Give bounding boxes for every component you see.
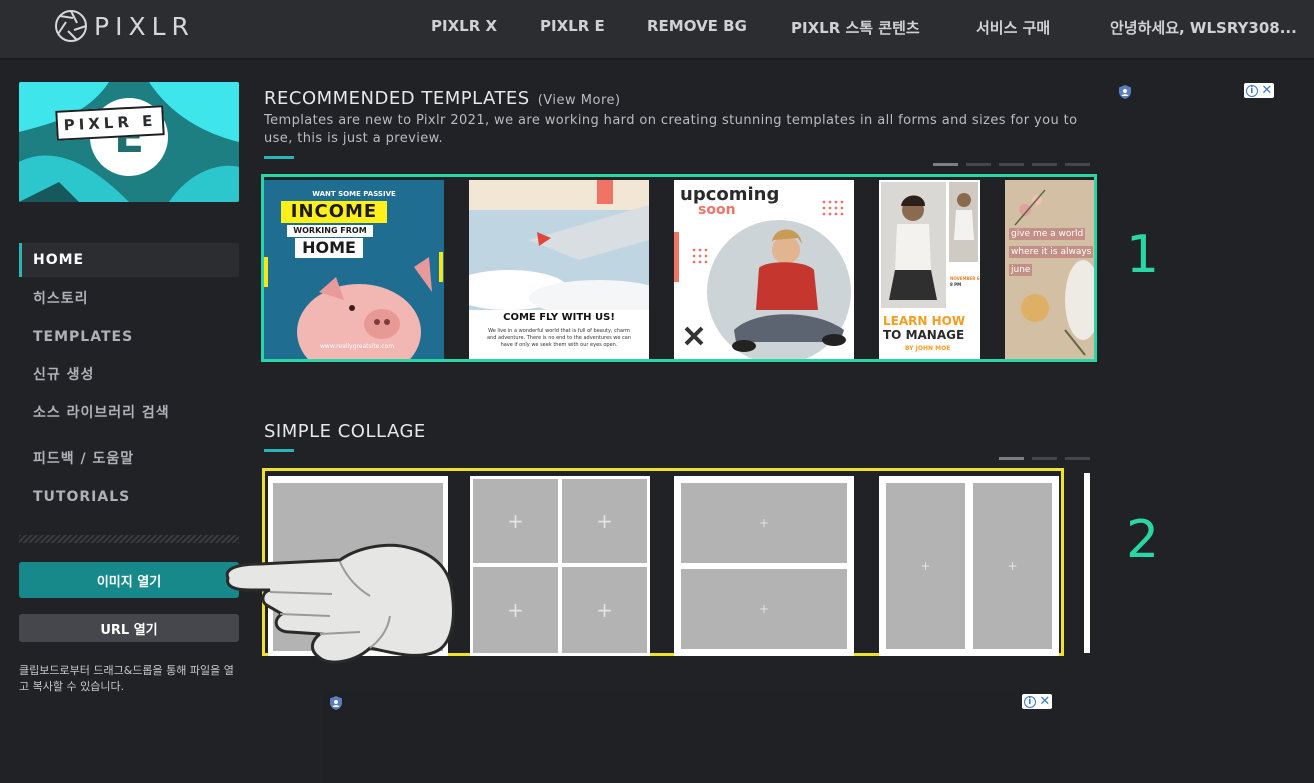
nav-stock-content[interactable]: PIXLR 스톡 콘텐츠	[791, 17, 920, 38]
man-photos-image	[881, 182, 978, 308]
open-image-button[interactable]: 이미지 열기	[19, 562, 239, 598]
aperture-icon	[55, 10, 87, 42]
pager-dot[interactable]	[933, 163, 958, 166]
top-bar: PIXLR PIXLR X PIXLR E REMOVE BG PIXLR 스톡…	[0, 0, 1314, 60]
ad-info-icon[interactable]: i	[1245, 84, 1258, 97]
pager-dot[interactable]	[1065, 163, 1090, 166]
collage-title: SIMPLE COLLAGE	[264, 421, 426, 442]
templates-description: Templates are new to Pixlr 2021, we are …	[264, 113, 1078, 146]
pager-dot[interactable]	[999, 163, 1024, 166]
open-url-button[interactable]: URL 열기	[19, 614, 239, 642]
template-manage-text: TO MANAGE	[883, 328, 965, 342]
menu-tutorials[interactable]: TUTORIALS	[19, 480, 239, 514]
collage-cell[interactable]: +	[973, 483, 1052, 649]
drop-hint: 클립보드로부터 드래그&드롭을 통해 파일을 열고 복사할 수 있습니다.	[19, 664, 234, 693]
menu-home[interactable]: HOME	[19, 243, 239, 277]
template-learn-text: LEARN HOW	[883, 314, 966, 328]
template-income-text: INCOME	[281, 201, 387, 223]
template-working-text: WORKING FROM	[287, 225, 373, 237]
menu-new[interactable]: 신규 생성	[19, 357, 239, 391]
template-income[interactable]: WANT SOME PASSIVE INCOME WORKING FROM HO…	[264, 180, 444, 359]
template-june-line1: give me a world	[1009, 228, 1086, 240]
template-learn[interactable]: NOVEMBER 6 8 PM LEARN HOW TO MANAGE BY J…	[879, 180, 980, 359]
collage-pager[interactable]	[999, 457, 1090, 460]
template-time: 8 PM	[950, 282, 962, 287]
annotation-2: 2	[1126, 510, 1160, 570]
collage-cell[interactable]: +	[473, 567, 558, 653]
app-label: PIXLR E	[55, 105, 165, 141]
pager-dot[interactable]	[966, 163, 991, 166]
menu-library-search[interactable]: 소스 라이브러리 검색	[19, 395, 239, 429]
nav-pixlr-x[interactable]: PIXLR X	[431, 17, 497, 35]
template-want-text: WANT SOME PASSIVE	[312, 190, 396, 198]
collage-vertical-2[interactable]: + +	[879, 476, 1059, 656]
collage-next-peek[interactable]	[1084, 473, 1090, 653]
nav-user-greeting[interactable]: 안녕하세요, WLSRY308...	[1110, 17, 1297, 38]
ad-info-icon[interactable]: i	[1023, 695, 1036, 708]
templates-title: RECOMMENDED TEMPLATES	[264, 88, 530, 109]
ad-close-control[interactable]: i ✕	[1244, 83, 1274, 98]
template-url-text: www.reallygreatsite.com	[320, 343, 395, 350]
collage-cell[interactable]: +	[562, 567, 647, 653]
ad-close-icon[interactable]: ✕	[1039, 695, 1050, 708]
pager-dot[interactable]	[1065, 457, 1090, 460]
bottom-ad-area	[322, 690, 1058, 783]
template-by-text: BY JOHN MOE	[905, 345, 951, 352]
template-june-line3: june	[1009, 264, 1033, 276]
templates-heading: RECOMMENDED TEMPLATES (View More)	[264, 88, 621, 109]
collage-grid-4[interactable]: + + + +	[470, 476, 650, 656]
templates-strip: WANT SOME PASSIVE INCOME WORKING FROM HO…	[261, 174, 1097, 362]
airplane-sky-image	[469, 180, 649, 310]
ad-shield-icon[interactable]	[329, 696, 343, 710]
ad-close-icon[interactable]: ✕	[1261, 84, 1272, 97]
pager-dot[interactable]	[999, 457, 1024, 460]
template-date: NOVEMBER 6	[950, 276, 980, 281]
ad-shield-icon[interactable]	[1118, 85, 1132, 99]
templates-pager[interactable]	[933, 163, 1090, 166]
logo-text: PIXLR	[94, 11, 195, 41]
nav-pixlr-e[interactable]: PIXLR E	[540, 17, 605, 35]
collage-horizontal-2[interactable]: + +	[674, 476, 854, 656]
collage-cell[interactable]: +	[886, 483, 965, 649]
template-fly-body: We live in a wonderful world that is ful…	[486, 328, 632, 348]
pager-dot[interactable]	[1032, 457, 1057, 460]
menu-history[interactable]: 히스토리	[19, 281, 239, 315]
sidebar-divider	[19, 535, 239, 543]
pager-dot[interactable]	[1032, 163, 1057, 166]
pixlr-e-card[interactable]: E	[19, 82, 239, 202]
collage-underline	[264, 449, 294, 452]
nav-remove-bg[interactable]: REMOVE BG	[647, 17, 747, 35]
collage-cell[interactable]: +	[681, 569, 847, 649]
pixlr-logo[interactable]: PIXLR	[54, 9, 195, 43]
menu-feedback[interactable]: 피드백 / 도움말	[19, 441, 239, 475]
template-fly[interactable]: COME FLY WITH US! We live in a wonderful…	[469, 180, 649, 359]
view-more-link[interactable]: (View More)	[538, 93, 621, 108]
pointing-hand-icon	[225, 543, 455, 664]
collage-cell[interactable]: +	[473, 479, 558, 563]
nav-purchase[interactable]: 서비스 구매	[976, 17, 1050, 38]
template-fly-title: COME FLY WITH US!	[503, 312, 615, 323]
seated-person-image	[674, 200, 851, 359]
annotation-1: 1	[1126, 225, 1160, 285]
template-june-line2: where it is always	[1009, 246, 1094, 258]
collage-cell[interactable]: +	[562, 479, 647, 563]
template-june[interactable]: give me a world where it is always june	[1005, 180, 1094, 359]
templates-underline	[264, 156, 294, 159]
collage-cell[interactable]: +	[681, 483, 847, 563]
ad-close-control[interactable]: i ✕	[1022, 694, 1052, 709]
template-upcoming[interactable]: upcoming soon	[674, 180, 854, 359]
menu-templates[interactable]: TEMPLATES	[19, 320, 239, 354]
